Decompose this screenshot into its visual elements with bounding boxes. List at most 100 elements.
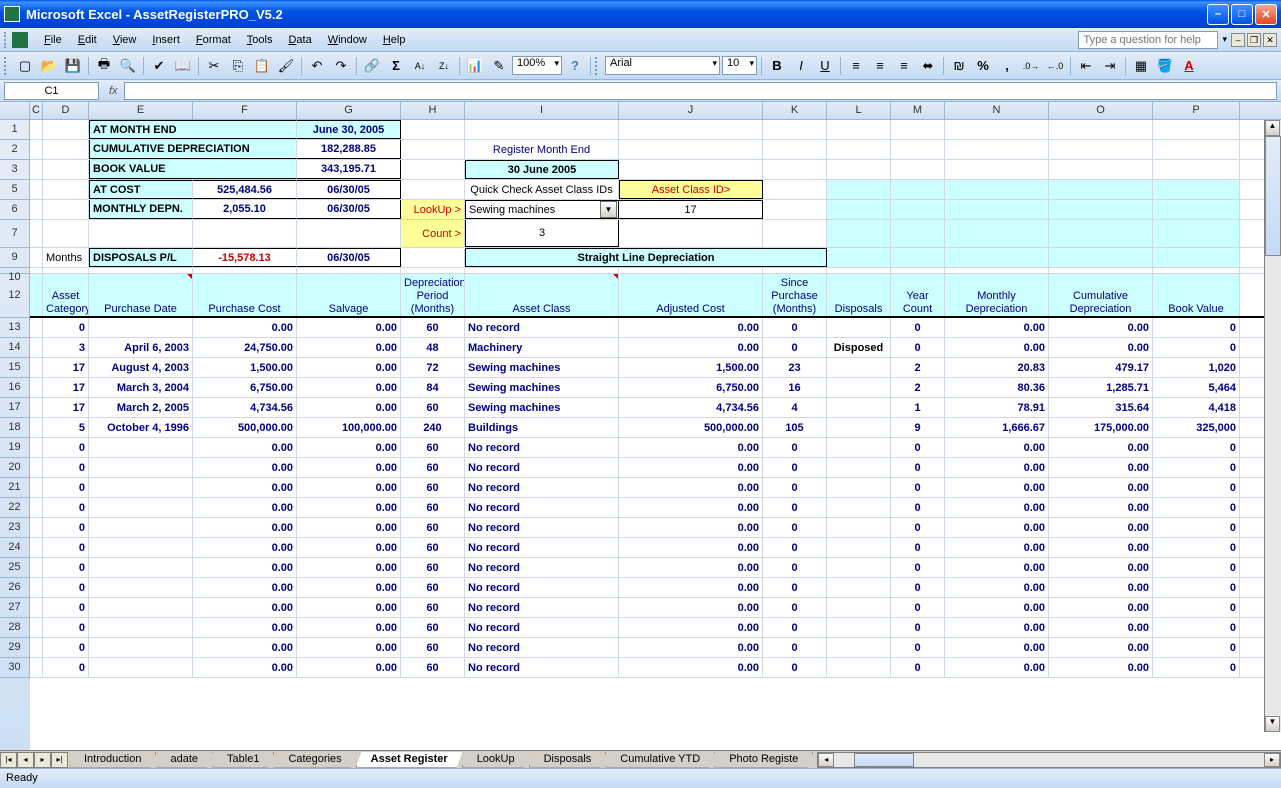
- salvage[interactable]: 0.00: [297, 438, 401, 457]
- since-purchase[interactable]: 0: [763, 498, 827, 517]
- cumulative-depr[interactable]: 0.00: [1049, 478, 1153, 497]
- cell[interactable]: [945, 200, 1049, 219]
- cell[interactable]: [763, 160, 827, 179]
- cell[interactable]: [401, 120, 465, 139]
- depr-period[interactable]: 60: [401, 398, 465, 417]
- col-header-I[interactable]: I: [465, 102, 619, 119]
- window-maximize-button[interactable]: □: [1231, 4, 1253, 25]
- disposals[interactable]: [827, 518, 891, 537]
- label-book-value[interactable]: BOOK VALUE: [89, 160, 297, 179]
- depr-period[interactable]: 60: [401, 618, 465, 637]
- disposals[interactable]: [827, 598, 891, 617]
- date-disposals-pl[interactable]: 06/30/05: [297, 248, 401, 267]
- asset-category[interactable]: 0: [43, 598, 89, 617]
- dropdown-icon[interactable]: ▼: [600, 201, 617, 218]
- lookup-dropdown[interactable]: Sewing machines▼: [465, 200, 619, 219]
- salvage[interactable]: 0.00: [297, 558, 401, 577]
- sheet-tab-photo-registe[interactable]: Photo Registe: [714, 752, 813, 768]
- asset-category[interactable]: 0: [43, 618, 89, 637]
- asset-class[interactable]: No record: [465, 458, 619, 477]
- cell[interactable]: [891, 200, 945, 219]
- col-header-O[interactable]: O: [1049, 102, 1153, 119]
- asset-class[interactable]: No record: [465, 438, 619, 457]
- header-f[interactable]: Purchase Cost: [193, 274, 297, 316]
- cell[interactable]: [827, 140, 891, 159]
- since-purchase[interactable]: 4: [763, 398, 827, 417]
- asset-class[interactable]: No record: [465, 558, 619, 577]
- cell[interactable]: [945, 268, 1049, 273]
- disposals[interactable]: [827, 358, 891, 377]
- depr-period[interactable]: 48: [401, 338, 465, 357]
- cell[interactable]: [763, 180, 827, 199]
- monthly-depr[interactable]: 0.00: [945, 538, 1049, 557]
- disposals[interactable]: [827, 618, 891, 637]
- salvage[interactable]: 0.00: [297, 598, 401, 617]
- year-count[interactable]: 1: [891, 398, 945, 417]
- cell[interactable]: [30, 498, 43, 517]
- book-value[interactable]: 0: [1153, 318, 1240, 337]
- cell[interactable]: [1153, 200, 1240, 219]
- depr-period[interactable]: 60: [401, 458, 465, 477]
- cell[interactable]: [763, 200, 827, 219]
- value-at-month-end[interactable]: June 30, 2005: [297, 120, 401, 139]
- row-header-28[interactable]: 28: [0, 618, 30, 638]
- header-l[interactable]: Disposals: [827, 274, 891, 316]
- cell[interactable]: [30, 120, 43, 139]
- cell[interactable]: [89, 220, 193, 247]
- menu-insert[interactable]: Insert: [144, 32, 188, 48]
- disposals[interactable]: [827, 458, 891, 477]
- since-purchase[interactable]: 105: [763, 418, 827, 437]
- cumulative-depr[interactable]: 0.00: [1049, 558, 1153, 577]
- cell[interactable]: [763, 120, 827, 139]
- asset-class[interactable]: No record: [465, 618, 619, 637]
- cell[interactable]: [945, 160, 1049, 179]
- since-purchase[interactable]: 0: [763, 478, 827, 497]
- currency-icon[interactable]: ₪: [948, 55, 970, 77]
- since-purchase[interactable]: 0: [763, 598, 827, 617]
- value-book-value[interactable]: 343,195.71: [297, 160, 401, 179]
- cumulative-depr[interactable]: 0.00: [1049, 318, 1153, 337]
- asset-class[interactable]: Sewing machines: [465, 358, 619, 377]
- cell[interactable]: [945, 120, 1049, 139]
- horizontal-scrollbar[interactable]: ◂ ▸: [817, 752, 1281, 768]
- cell[interactable]: [30, 638, 43, 657]
- year-count[interactable]: 0: [891, 518, 945, 537]
- header-k[interactable]: SincePurchase(Months): [763, 274, 827, 316]
- header-g[interactable]: Salvage: [297, 274, 401, 316]
- sheet-tab-cumulative-ytd[interactable]: Cumulative YTD: [605, 752, 715, 768]
- depreciation-method[interactable]: Straight Line Depreciation: [465, 248, 827, 267]
- help-dropdown-icon[interactable]: ▾: [1222, 34, 1227, 45]
- purchase-cost[interactable]: 6,750.00: [193, 378, 297, 397]
- col-header-L[interactable]: L: [827, 102, 891, 119]
- purchase-date[interactable]: [89, 638, 193, 657]
- purchase-date[interactable]: [89, 318, 193, 337]
- col-header-C[interactable]: C: [30, 102, 43, 119]
- cell[interactable]: [30, 518, 43, 537]
- cell[interactable]: [465, 268, 619, 273]
- comma-icon[interactable]: ,: [996, 55, 1018, 77]
- adjusted-cost[interactable]: 0.00: [619, 598, 763, 617]
- adjusted-cost[interactable]: 0.00: [619, 498, 763, 517]
- since-purchase[interactable]: 0: [763, 518, 827, 537]
- purchase-date[interactable]: August 4, 2003: [89, 358, 193, 377]
- book-value[interactable]: 0: [1153, 638, 1240, 657]
- menu-data[interactable]: Data: [280, 32, 319, 48]
- asset-category[interactable]: 0: [43, 498, 89, 517]
- cumulative-depr[interactable]: 0.00: [1049, 618, 1153, 637]
- asset-category[interactable]: 3: [43, 338, 89, 357]
- disposals[interactable]: Disposed: [827, 338, 891, 357]
- col-header-N[interactable]: N: [945, 102, 1049, 119]
- year-count[interactable]: 2: [891, 358, 945, 377]
- cell[interactable]: [1153, 120, 1240, 139]
- salvage[interactable]: 0.00: [297, 378, 401, 397]
- print-preview-icon[interactable]: 🔍: [117, 55, 139, 77]
- adjusted-cost[interactable]: 0.00: [619, 538, 763, 557]
- asset-class[interactable]: No record: [465, 638, 619, 657]
- purchase-cost[interactable]: 24,750.00: [193, 338, 297, 357]
- year-count[interactable]: 0: [891, 658, 945, 677]
- value-at-cost[interactable]: 525,484.56: [193, 180, 297, 199]
- purchase-cost[interactable]: 0.00: [193, 558, 297, 577]
- since-purchase[interactable]: 0: [763, 658, 827, 677]
- count-value[interactable]: 3: [465, 220, 619, 247]
- cell[interactable]: [401, 180, 465, 199]
